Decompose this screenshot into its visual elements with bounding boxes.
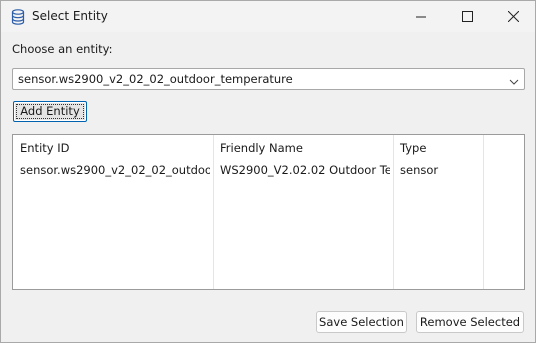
minimize-button[interactable] [398,1,444,32]
title-bar[interactable]: Select Entity [1,1,535,32]
row-entity-id: sensor.ws2900_v2_02_02_outdoor_... [20,163,210,177]
row-type: sensor [400,163,439,177]
row-friendly-name: WS2900_V2.02.02 Outdoor Te... [220,163,390,177]
minimize-icon [416,7,426,26]
column-header-type[interactable]: Type [400,141,426,156]
entity-list-view[interactable]: Entity ID Friendly Name Type sensor.ws29… [12,134,525,290]
entity-combobox-value: sensor.ws2900_v2_02_02_outdoor_temperatu… [18,72,293,86]
add-entity-button-label: Add Entity [20,104,80,118]
column-divider[interactable] [393,135,394,289]
column-header-entity-id[interactable]: Entity ID [20,141,69,156]
column-divider[interactable] [213,135,214,289]
choose-entity-label: Choose an entity: [12,42,113,56]
select-entity-dialog: Select Entity Choose an entity: sensor.w… [0,0,536,343]
maximize-button[interactable] [444,1,490,32]
close-icon [507,7,519,26]
entity-combobox[interactable]: sensor.ws2900_v2_02_02_outdoor_temperatu… [12,68,525,90]
chevron-down-icon[interactable] [508,73,520,85]
close-button[interactable] [490,1,535,32]
remove-selected-button[interactable]: Remove Selected [416,311,524,333]
column-header-friendly-name[interactable]: Friendly Name [220,141,303,156]
maximize-icon [461,7,473,26]
database-icon [11,9,25,25]
column-divider[interactable] [483,135,484,289]
save-selection-button[interactable]: Save Selection [316,311,407,333]
add-entity-button[interactable]: Add Entity [13,101,87,122]
window-title: Select Entity [32,9,108,23]
